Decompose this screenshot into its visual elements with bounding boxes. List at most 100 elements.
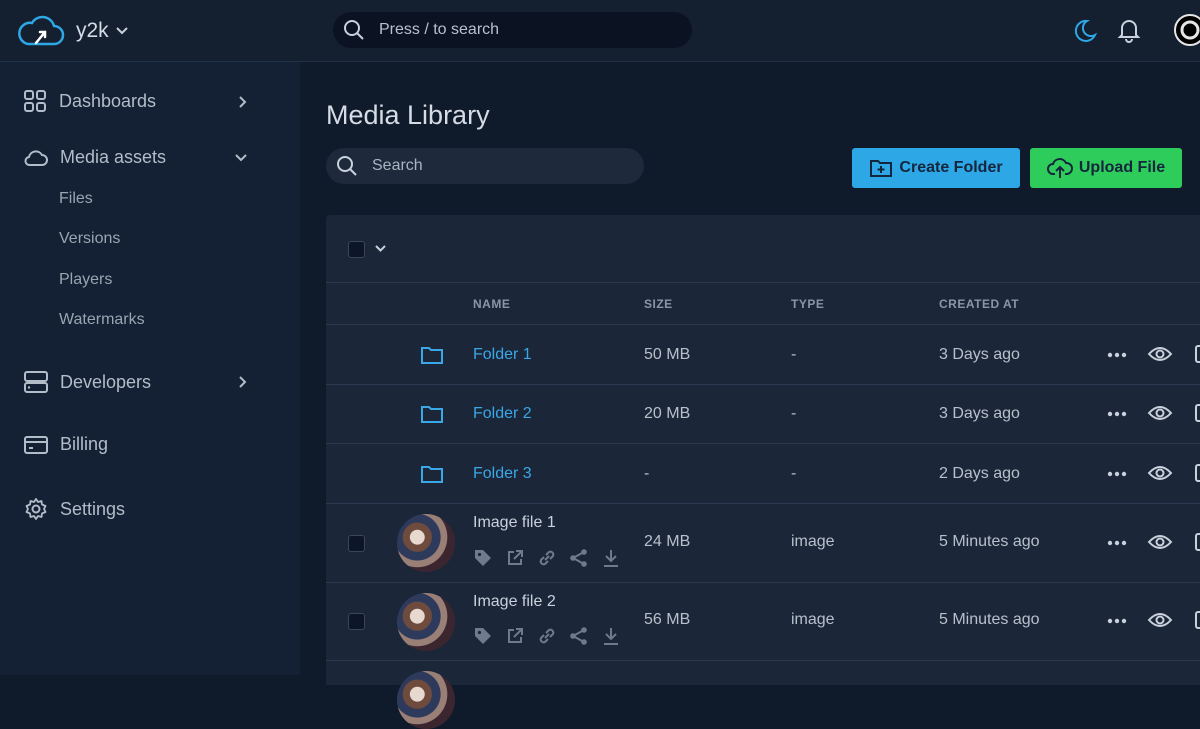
created-value: 2 Days ago	[939, 465, 1020, 482]
sidebar-item-label: Settings	[60, 498, 126, 519]
copy-icon[interactable]	[1194, 403, 1200, 423]
column-header-size[interactable]: SIZE	[644, 297, 673, 311]
create-folder-label: Create Folder	[899, 159, 1003, 176]
card-icon	[24, 435, 48, 455]
table-row[interactable]: Image file 1 24 MB image 5 Minutes ago	[326, 504, 1200, 583]
tag-icon[interactable]	[473, 548, 493, 568]
sidebar-item-label: Billing	[60, 434, 109, 454]
column-header-created-at[interactable]: CREATED AT	[939, 297, 1019, 311]
moon-icon[interactable]	[1071, 18, 1097, 44]
image-thumbnail[interactable]	[397, 671, 455, 729]
org-name: y2k	[76, 19, 109, 42]
sidebar-subitem-watermarks[interactable]: Watermarks	[59, 311, 145, 329]
row-checkbox[interactable]	[348, 535, 365, 552]
image-thumbnail[interactable]	[397, 514, 455, 572]
tag-icon[interactable]	[473, 626, 493, 646]
table-row[interactable]: Folder 3 - - 2 Days ago	[326, 444, 1200, 504]
chevron-down-icon	[115, 26, 129, 36]
sidebar-subitem-players[interactable]: Players	[59, 271, 112, 289]
row-checkbox[interactable]	[348, 613, 365, 630]
type-value: -	[791, 346, 797, 363]
chevron-down-icon[interactable]	[374, 244, 387, 253]
type-value: image	[791, 611, 835, 628]
more-icon[interactable]	[1107, 471, 1127, 477]
folder-icon	[420, 345, 444, 365]
share-icon[interactable]	[569, 626, 589, 646]
column-header-name[interactable]: NAME	[473, 297, 510, 311]
table-toolbar	[326, 215, 1200, 283]
folder-name[interactable]: Folder 3	[473, 465, 532, 483]
size-value: 24 MB	[644, 533, 691, 550]
sidebar-item-developers[interactable]: Developers	[24, 371, 260, 393]
share-icon[interactable]	[569, 548, 589, 568]
upload-file-button[interactable]: Upload File	[1030, 148, 1182, 188]
table-row[interactable]: Folder 1 50 MB - 3 Days ago	[326, 325, 1200, 385]
eye-icon[interactable]	[1147, 403, 1173, 423]
chevron-right-icon	[238, 95, 248, 109]
select-all-checkbox[interactable]	[348, 241, 365, 258]
sidebar-item-label: Media assets	[60, 147, 167, 167]
more-icon[interactable]	[1107, 540, 1127, 546]
library-search-input[interactable]	[372, 157, 622, 175]
cloud-icon	[24, 148, 48, 168]
folder-icon	[420, 464, 444, 484]
folder-name[interactable]: Folder 2	[473, 405, 532, 423]
type-value: image	[791, 533, 835, 550]
copy-icon[interactable]	[1194, 610, 1200, 630]
sidebar: Dashboards Media assets Files Versions P…	[0, 62, 300, 675]
global-search[interactable]	[333, 12, 692, 48]
file-quick-actions	[473, 548, 621, 568]
eye-icon[interactable]	[1147, 532, 1173, 552]
library-search[interactable]	[326, 148, 644, 184]
sidebar-item-media-assets[interactable]: Media assets	[24, 147, 260, 168]
link-icon[interactable]	[537, 626, 557, 646]
upload-file-label: Upload File	[1078, 159, 1166, 176]
file-name[interactable]: Image file 2	[473, 593, 556, 611]
sidebar-item-dashboards[interactable]: Dashboards	[24, 90, 260, 113]
global-search-input[interactable]	[379, 21, 659, 39]
more-icon[interactable]	[1107, 411, 1127, 417]
table-row[interactable]	[326, 661, 1200, 729]
create-folder-button[interactable]: Create Folder	[852, 148, 1020, 188]
eye-icon[interactable]	[1147, 463, 1173, 483]
user-avatar[interactable]	[1174, 14, 1200, 46]
sidebar-item-settings[interactable]: Settings	[24, 497, 260, 521]
type-value: -	[791, 405, 797, 422]
external-link-icon[interactable]	[505, 548, 525, 568]
grid-icon	[24, 90, 47, 113]
file-name[interactable]: Image file 1	[473, 514, 556, 532]
folder-plus-icon	[869, 157, 893, 179]
eye-icon[interactable]	[1147, 610, 1173, 630]
sidebar-item-billing[interactable]: Billing	[24, 434, 260, 455]
table-row[interactable]: Folder 2 20 MB - 3 Days ago	[326, 385, 1200, 444]
search-icon	[343, 19, 365, 41]
sidebar-item-label: Dashboards	[59, 91, 157, 111]
more-icon[interactable]	[1107, 618, 1127, 624]
column-header-type[interactable]: TYPE	[791, 297, 824, 311]
copy-icon[interactable]	[1194, 463, 1200, 483]
external-link-icon[interactable]	[505, 626, 525, 646]
link-icon[interactable]	[537, 548, 557, 568]
copy-icon[interactable]	[1194, 532, 1200, 552]
copy-icon[interactable]	[1194, 344, 1200, 364]
size-value: -	[644, 465, 650, 482]
created-value: 3 Days ago	[939, 405, 1020, 422]
file-quick-actions	[473, 626, 621, 646]
more-icon[interactable]	[1107, 352, 1127, 358]
download-icon[interactable]	[601, 548, 621, 568]
download-icon[interactable]	[601, 626, 621, 646]
folder-icon	[420, 404, 444, 424]
image-thumbnail[interactable]	[397, 593, 455, 651]
bell-icon[interactable]	[1117, 17, 1141, 43]
eye-icon[interactable]	[1147, 344, 1173, 364]
size-value: 20 MB	[644, 405, 691, 422]
table-row[interactable]: Image file 2 56 MB image 5 Minutes ago	[326, 583, 1200, 661]
media-table: NAME SIZE TYPE CREATED AT Folder 1 50 MB…	[326, 215, 1200, 729]
sidebar-subitem-files[interactable]: Files	[59, 190, 93, 208]
chevron-right-icon	[238, 375, 248, 389]
sidebar-subitem-versions[interactable]: Versions	[59, 230, 120, 248]
page-title: Media Library	[326, 100, 490, 130]
org-switcher[interactable]: y2k	[16, 13, 129, 49]
gear-icon	[24, 497, 48, 521]
folder-name[interactable]: Folder 1	[473, 346, 532, 364]
